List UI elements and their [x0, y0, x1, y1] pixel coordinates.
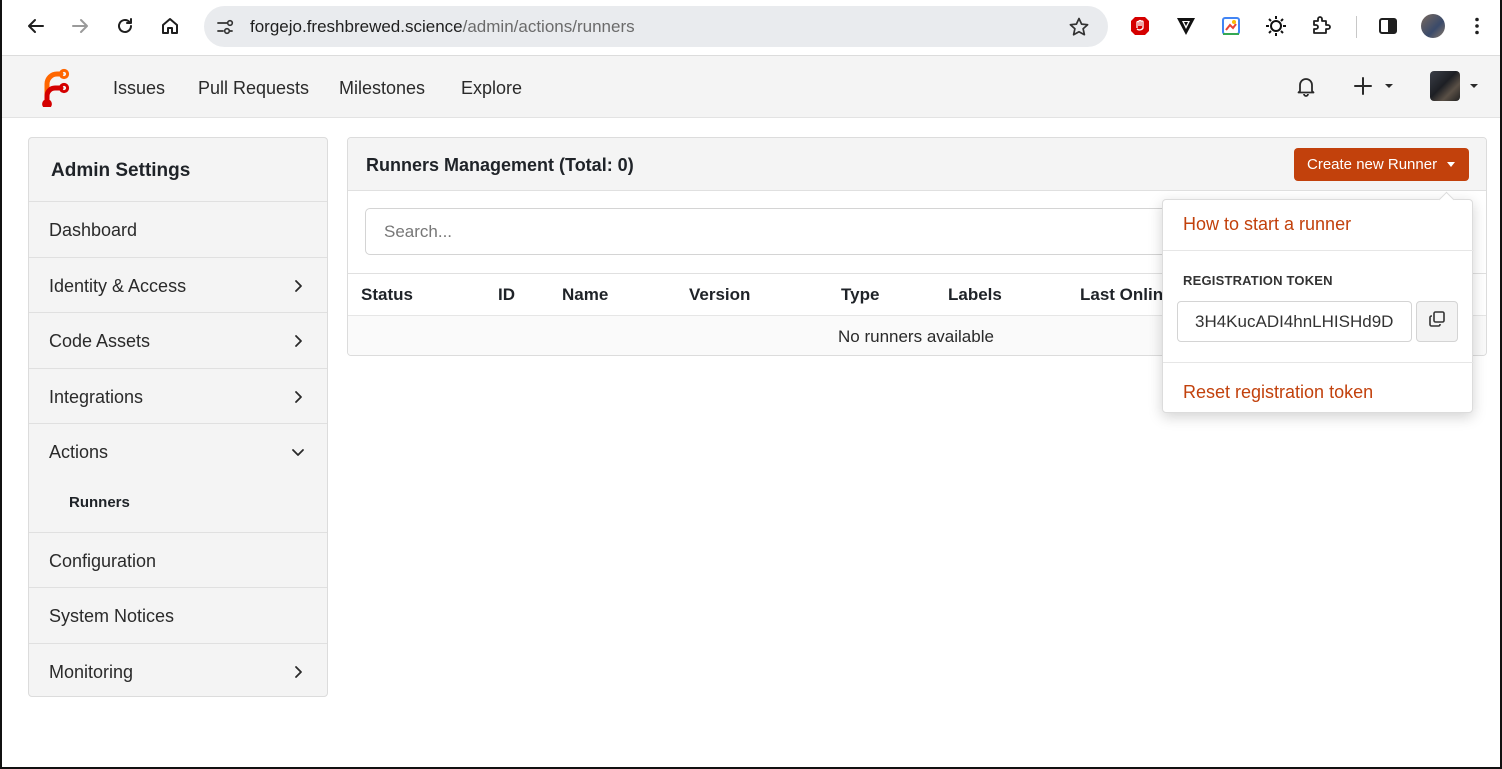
chevron-right-icon: [291, 277, 305, 292]
address-bar[interactable]: forgejo.freshbrewed.science/admin/action…: [204, 6, 1108, 47]
profile-avatar-icon[interactable]: [1421, 14, 1445, 38]
color-picker-extension-icon[interactable]: [1219, 14, 1243, 38]
chevron-right-icon: [291, 332, 305, 347]
user-avatar[interactable]: [1430, 71, 1460, 101]
nav-pull-requests[interactable]: Pull Requests: [198, 77, 309, 99]
column-header-last-online[interactable]: Last Online: [1080, 285, 1173, 305]
chevron-right-icon: [291, 663, 305, 678]
back-icon[interactable]: [22, 12, 50, 40]
reset-registration-token-link[interactable]: Reset registration token: [1183, 382, 1373, 403]
sidebar-item-system-notices[interactable]: System Notices: [29, 588, 327, 644]
extensions-puzzle-icon[interactable]: [1309, 14, 1333, 38]
nav-issues[interactable]: Issues: [113, 77, 165, 99]
registration-token-field[interactable]: [1177, 301, 1412, 342]
bookmark-star-icon[interactable]: [1068, 16, 1090, 38]
how-to-start-runner-link[interactable]: How to start a runner: [1183, 214, 1351, 235]
site-settings-icon[interactable]: [215, 17, 235, 37]
sidebar-item-monitoring[interactable]: Monitoring: [29, 644, 327, 697]
toolbar-divider: [1356, 16, 1357, 38]
sidebar-item-code-assets[interactable]: Code Assets: [29, 313, 327, 369]
create-menu-plus-icon[interactable]: [1352, 74, 1398, 98]
browser-toolbar: forgejo.freshbrewed.science/admin/action…: [2, 0, 1500, 56]
sidebar-item-label: Monitoring: [49, 661, 134, 682]
copy-icon: [1428, 310, 1446, 333]
column-header-name[interactable]: Name: [562, 285, 608, 305]
nav-milestones[interactable]: Milestones: [339, 77, 425, 99]
sidebar-item-label: System Notices: [49, 606, 175, 626]
create-runner-label: Create new Runner: [1307, 156, 1438, 173]
bell-icon[interactable]: [1294, 74, 1318, 98]
nav-explore[interactable]: Explore: [461, 77, 522, 99]
sidebar-item-label: Dashboard: [49, 220, 138, 240]
url-text: forgejo.freshbrewed.science/admin/action…: [250, 17, 635, 37]
copy-token-button[interactable]: [1416, 301, 1458, 342]
sidebar-item-integrations[interactable]: Integrations: [29, 369, 327, 424]
side-panel-icon[interactable]: [1376, 14, 1400, 38]
admin-sidebar: Admin Settings Dashboard Identity & Acce…: [28, 137, 328, 697]
create-runner-button[interactable]: Create new Runner: [1294, 148, 1469, 181]
dropdown-divider: [1163, 250, 1474, 251]
sidebar-title: Admin Settings: [29, 138, 327, 202]
forgejo-logo-icon[interactable]: [40, 67, 70, 109]
avatar-caret-down-icon[interactable]: [1467, 80, 1481, 92]
sidebar-item-label: Code Assets: [49, 331, 151, 351]
home-icon[interactable]: [156, 12, 184, 40]
sidebar-item-actions[interactable]: Actions: [29, 424, 327, 480]
url-path: /admin/actions/runners: [462, 17, 635, 36]
registration-token-label: REGISTRATION TOKEN: [1183, 273, 1333, 288]
sidebar-group-actions: Actions Runners: [29, 424, 327, 533]
forward-icon[interactable]: [66, 12, 94, 40]
vivaldi-like-extension-icon[interactable]: [1174, 14, 1198, 38]
create-runner-dropdown: How to start a runner REGISTRATION TOKEN…: [1162, 199, 1474, 413]
sidebar-item-configuration[interactable]: Configuration: [29, 533, 327, 588]
column-header-version[interactable]: Version: [689, 285, 750, 305]
dropdown-divider: [1163, 362, 1474, 363]
sidebar-item-dashboard[interactable]: Dashboard: [29, 202, 327, 258]
sidebar-item-label: Integrations: [49, 386, 144, 407]
sidebar-item-label: Actions: [49, 442, 109, 462]
ublock-extension-icon[interactable]: [1128, 14, 1152, 38]
more-vert-icon[interactable]: [1465, 14, 1489, 38]
url-host: forgejo.freshbrewed.science: [250, 17, 463, 36]
column-header-labels[interactable]: Labels: [948, 285, 1002, 305]
chevron-right-icon: [291, 388, 305, 403]
sun-extension-icon[interactable]: [1264, 14, 1288, 38]
sidebar-item-identity-access[interactable]: Identity & Access: [29, 258, 327, 313]
column-header-type[interactable]: Type: [841, 285, 879, 305]
empty-message: No runners available: [838, 327, 994, 346]
chevron-down-icon: [291, 443, 305, 457]
panel-header: Runners Management (Total: 0) Create new…: [348, 138, 1486, 191]
search-input[interactable]: [365, 208, 1265, 255]
sidebar-item-label: Configuration: [49, 550, 157, 571]
page-title: Runners Management (Total: 0): [366, 155, 634, 175]
site-header: Issues Pull Requests Milestones Explore: [2, 56, 1500, 118]
caret-down-icon: [1447, 162, 1455, 167]
sidebar-item-label: Identity & Access: [49, 275, 187, 296]
column-header-status[interactable]: Status: [361, 285, 413, 305]
sidebar-subitem-runners[interactable]: Runners: [29, 480, 327, 532]
browser-window: forgejo.freshbrewed.science/admin/action…: [0, 0, 1502, 769]
column-header-id[interactable]: ID: [498, 285, 515, 305]
reload-icon[interactable]: [111, 12, 139, 40]
